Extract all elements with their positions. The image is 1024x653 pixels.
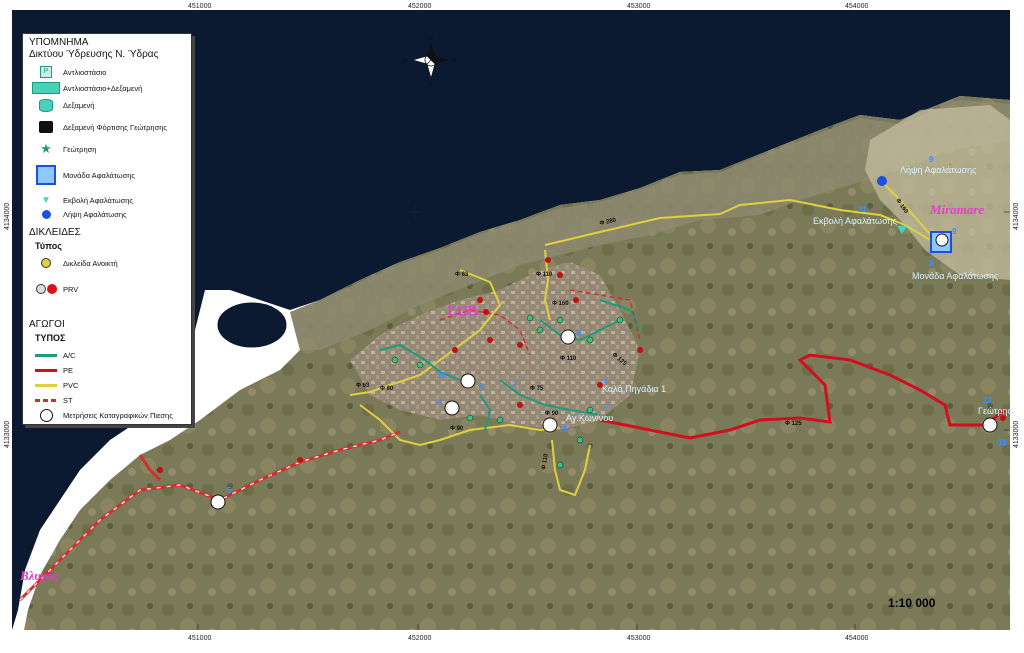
prv-icon [35, 284, 46, 294]
legend-item: A/C [29, 348, 76, 362]
site-number: 7 [605, 403, 610, 412]
pressure-recorder-icon [210, 494, 226, 510]
legend-item: Μετρήσεις Καταγραφικών Πιεσης [29, 408, 173, 422]
site-label: Λήψη Αφαλάτωσης [900, 165, 977, 175]
pressure-recorder-icon [935, 233, 949, 247]
legend-pipes-title: ΑΓΩΓΟΙ [29, 319, 65, 330]
legend-item: Δεξαμενή Φόρτισης Γεώτρησης [29, 120, 167, 134]
pressure-recorder-icon [982, 417, 998, 433]
pipe-label: Φ 63 [356, 383, 370, 389]
pipe-st-swatch [35, 398, 57, 402]
grid-y-label: 4134000 [4, 203, 11, 230]
legend-item: P Αντλιοστάσιο [29, 65, 106, 79]
borehole-tank-icon [39, 121, 53, 133]
point-number: 3 [512, 380, 517, 389]
point-number: 15 [559, 425, 568, 434]
place-miramare: Miramare [929, 202, 984, 217]
place-vlychos: Βλυχός [19, 568, 59, 583]
point-number: 11 [998, 438, 1007, 447]
legend-item: Αντλιοστάσιο+Δεξαμενή [29, 81, 142, 95]
map-frame: 451000 452000 453000 454000 451000 45200… [0, 0, 1024, 653]
site-number: 11 [858, 205, 867, 214]
pipe-label: Φ 110 [560, 356, 577, 362]
site-number: 9 [929, 155, 934, 164]
grid-x-label: 454000 [845, 635, 868, 642]
legend-title: ΥΠΟΜΝΗΜΑ [29, 37, 89, 48]
point-number: 8 [577, 329, 582, 338]
legend-item: ST [29, 393, 73, 407]
compass-s: S [428, 82, 433, 89]
grid-x-label: 452000 [408, 3, 431, 10]
pipe-label: Φ 110 [536, 272, 553, 278]
desalination-unit-icon [36, 165, 56, 185]
valve-open-icon [41, 258, 51, 268]
pipe-pe-swatch [35, 368, 57, 372]
legend-item: Λήψη Αφαλάτωσης [29, 207, 127, 221]
legend-pipes-type: ΤΥΠΟΣ [35, 333, 66, 343]
pipe-label: Φ 63 [455, 272, 469, 278]
site-label: Γεώτρησ [978, 406, 1014, 416]
grid-x-label: 452000 [408, 635, 431, 642]
pressure-recorder-icon [542, 417, 558, 433]
scale-text: 1:10 000 [888, 596, 936, 610]
site-number: 8 [929, 259, 934, 268]
pipe-label: Φ 90 [450, 426, 464, 432]
pressure-recorder-icon [560, 329, 576, 345]
site-label: Αγ.Κων/νου [566, 413, 613, 423]
legend-valves-title: ΔΙΚΛΕΙΔΕΣ [29, 227, 81, 238]
pipe-pvc-swatch [35, 383, 57, 387]
desalination-outfall-icon: ▼ [41, 194, 51, 206]
grid-x-label: 451000 [188, 635, 211, 642]
point-number: 4 [438, 398, 443, 407]
legend-item: Δικλείδα Ανοικτή [29, 256, 118, 270]
grid-x-label: 453000 [627, 635, 650, 642]
legend-valves-type: Τύπος [35, 241, 62, 251]
point-number: 6 [479, 382, 484, 391]
pump-station-icon: P [40, 66, 52, 78]
grid-y-label: 4133000 [4, 421, 11, 448]
legend-item: ★ Γεώτρηση [40, 141, 97, 156]
site-label: Καλά Πηγάδια 1 [602, 384, 666, 394]
grid-x-label: 451000 [188, 3, 211, 10]
grid-y-label: 4133000 [1013, 421, 1020, 448]
borehole-star-icon: ★ [40, 141, 52, 156]
pipe-label: Φ 80 [380, 386, 394, 392]
legend-item: PVC [29, 378, 78, 392]
pressure-recorder-icon [460, 373, 476, 389]
compass-n: N [428, 35, 433, 42]
grid-y-label: 4134000 [1013, 203, 1020, 230]
grid-x-label: 453000 [627, 3, 650, 10]
pressure-recorder-icon [39, 408, 53, 422]
place-hydra: ΥΔΡΑ [446, 304, 478, 319]
pipe-label: Φ 75 [530, 386, 544, 392]
pipe-label: Φ 90 [545, 411, 559, 417]
site-number: 12 [983, 396, 992, 405]
site-label: Μονάδα Αφαλάτωσης [912, 271, 999, 281]
legend-item: ▼ Εκβολή Αφαλάτωσης [41, 194, 133, 206]
desalination-intake-icon [41, 209, 51, 219]
legend-item: PRV [29, 282, 78, 296]
grid-x-label: 454000 [845, 3, 868, 10]
islet [217, 302, 287, 348]
pressure-recorder-icon [444, 400, 460, 416]
tank-icon [39, 98, 53, 112]
point-number: 5 [227, 486, 232, 495]
point-number: 28 [437, 371, 446, 380]
legend-item: Δεξαμενή [29, 98, 94, 112]
point-number: 9 [952, 227, 957, 236]
legend-item: PE [29, 363, 73, 377]
desalination-intake-icon[interactable] [877, 176, 887, 186]
pipe-label: Φ 125 [785, 421, 802, 427]
compass-w: W [402, 58, 409, 65]
compass-e: E [452, 58, 457, 65]
site-label: Εκβολή Αφαλάτωσης [813, 216, 898, 226]
pipe-ac-swatch [35, 353, 57, 357]
legend-item: Μονάδα Αφαλάτωσης [29, 164, 135, 186]
pipe-label: Φ 160 [552, 301, 569, 307]
legend-subtitle: Δικτύου Ύδρευσης Ν. Ύδρας [29, 49, 159, 60]
pump-station-tank-icon [32, 82, 60, 94]
map-legend: ΥΠΟΜΝΗΜΑ Δικτύου Ύδρευσης Ν. Ύδρας P Αντ… [22, 33, 192, 425]
